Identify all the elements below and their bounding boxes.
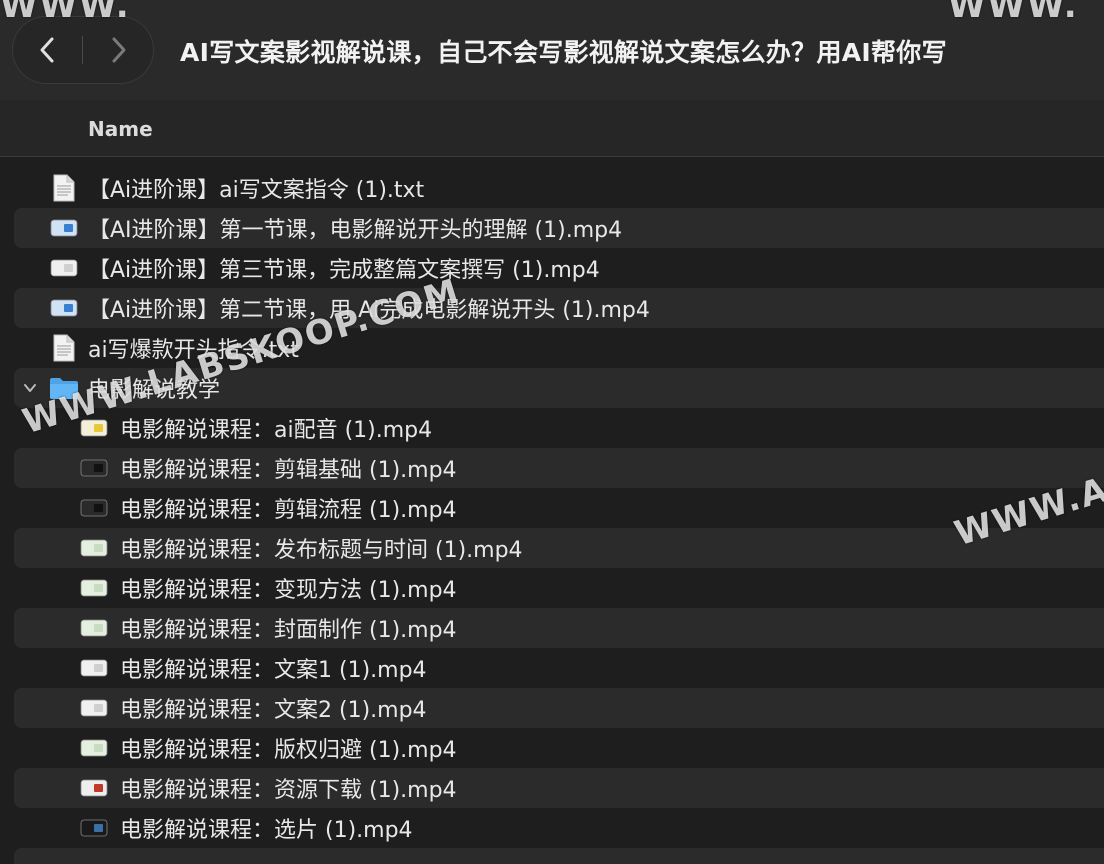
video-thumbnail-icon: [48, 288, 80, 328]
file-row[interactable]: 电影解说课程：资源下载 (1).mp4: [14, 768, 1104, 808]
chevron-left-icon: [40, 37, 54, 63]
name-column-header[interactable]: Name: [88, 117, 153, 141]
video-thumbnail-icon: [78, 488, 110, 528]
file-row[interactable]: 电影解说课程：变现方法 (1).mp4: [14, 568, 1104, 608]
video-thumbnail-icon: [78, 568, 110, 608]
list-bottom-row: [14, 848, 1104, 864]
file-name: 电影解说课程：剪辑流程 (1).mp4: [120, 498, 457, 523]
file-row[interactable]: 电影解说课程：版权归避 (1).mp4: [14, 728, 1104, 768]
file-name: 电影解说课程：选片 (1).mp4: [120, 818, 413, 843]
file-name: 电影解说课程：变现方法 (1).mp4: [120, 578, 457, 603]
file-name: 电影解说课程：资源下载 (1).mp4: [120, 778, 457, 803]
window-title: AI写文案影视解说课，自己不会写影视解说文案怎么办？用AI帮你写: [180, 38, 947, 67]
chevron-right-icon: [112, 37, 126, 63]
video-thumbnail-icon: [78, 808, 110, 848]
file-row[interactable]: ai写爆款开头指令.txt: [14, 328, 1104, 368]
file-row[interactable]: 【Ai进阶课】第三节课，完成整篇文案撰写 (1).mp4: [14, 248, 1104, 288]
file-name: 电影解说课程：版权归避 (1).mp4: [120, 738, 457, 763]
column-header: Name: [0, 100, 1104, 157]
window-titlebar: AI写文案影视解说课，自己不会写影视解说文案怎么办？用AI帮你写: [0, 0, 1104, 100]
video-thumbnail-icon: [78, 408, 110, 448]
file-name: ai写爆款开头指令.txt: [88, 338, 299, 363]
video-thumbnail-icon: [78, 608, 110, 648]
file-list: 【Ai进阶课】ai写文案指令 (1).txt 【AI进阶课】第一节课，电影解说开头…: [0, 168, 1104, 848]
file-name: 电影解说课程：文案2 (1).mp4: [120, 698, 427, 723]
file-name: 电影解说课程：发布标题与时间 (1).mp4: [120, 538, 523, 563]
file-name: 【Ai进阶课】ai写文案指令 (1).txt: [88, 178, 425, 203]
nav-divider: [82, 36, 83, 64]
file-name: 【AI进阶课】第一节课，电影解说开头的理解 (1).mp4: [88, 218, 623, 243]
file-row[interactable]: 电影解说课程：选片 (1).mp4: [14, 808, 1104, 848]
file-row[interactable]: 电影解说课程：ai配音 (1).mp4: [14, 408, 1104, 448]
file-row[interactable]: 电影解说课程：剪辑基础 (1).mp4: [14, 448, 1104, 488]
file-name: 电影解说课程：文案1 (1).mp4: [120, 658, 427, 683]
folder-row[interactable]: 电影解说教学: [14, 368, 1104, 408]
file-row[interactable]: 电影解说课程：文案2 (1).mp4: [14, 688, 1104, 728]
chevron-down-icon[interactable]: [20, 378, 40, 398]
file-name: 【Ai进阶课】第三节课，完成整篇文案撰写 (1).mp4: [88, 258, 600, 283]
video-thumbnail-icon: [78, 728, 110, 768]
file-row[interactable]: 电影解说课程：剪辑流程 (1).mp4: [14, 488, 1104, 528]
navigation-buttons: [12, 16, 154, 84]
file-row[interactable]: 电影解说课程：封面制作 (1).mp4: [14, 608, 1104, 648]
video-thumbnail-icon: [78, 648, 110, 688]
file-row[interactable]: 电影解说课程：发布标题与时间 (1).mp4: [14, 528, 1104, 568]
back-button[interactable]: [12, 16, 82, 84]
file-name: 电影解说课程：ai配音 (1).mp4: [120, 418, 433, 443]
video-thumbnail-icon: [48, 208, 80, 248]
forward-button[interactable]: [84, 16, 154, 84]
file-row[interactable]: 【Ai进阶课】第二节课，用 Ai完成电影解说开头 (1).mp4: [14, 288, 1104, 328]
file-row[interactable]: 【AI进阶课】第一节课，电影解说开头的理解 (1).mp4: [14, 208, 1104, 248]
file-row[interactable]: 【Ai进阶课】ai写文案指令 (1).txt: [14, 168, 1104, 208]
file-row[interactable]: 电影解说课程：文案1 (1).mp4: [14, 648, 1104, 688]
video-thumbnail-icon: [78, 448, 110, 488]
video-thumbnail-icon: [78, 688, 110, 728]
text-document-icon: [48, 328, 80, 368]
text-document-icon: [48, 168, 80, 208]
video-thumbnail-icon: [78, 528, 110, 568]
video-thumbnail-icon: [48, 248, 80, 288]
file-name: 电影解说课程：封面制作 (1).mp4: [120, 618, 457, 643]
video-thumbnail-icon: [78, 768, 110, 808]
file-name: 【Ai进阶课】第二节课，用 Ai完成电影解说开头 (1).mp4: [88, 298, 650, 323]
folder-icon: [48, 368, 80, 408]
file-name: 电影解说教学: [88, 378, 221, 403]
file-name: 电影解说课程：剪辑基础 (1).mp4: [120, 458, 457, 483]
